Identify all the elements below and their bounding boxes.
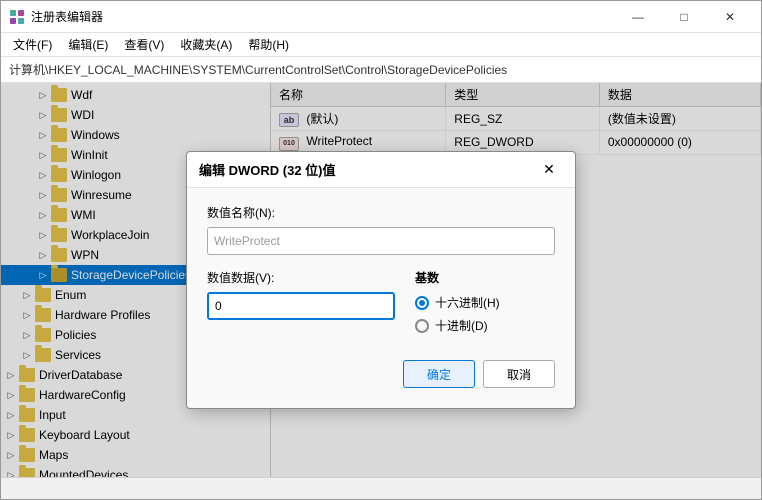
dialog-overlay: 编辑 DWORD (32 位)值 ✕ 数值名称(N): 数值数据(V): 基数 (1, 83, 761, 477)
title-bar-left: 注册表编辑器 (9, 8, 103, 25)
maximize-button[interactable]: □ (661, 1, 707, 33)
address-text: 计算机\HKEY_LOCAL_MACHINE\SYSTEM\CurrentCon… (9, 61, 507, 78)
dialog-footer: 确定 取消 (207, 356, 555, 388)
data-input[interactable] (207, 292, 395, 320)
radio-hex-button[interactable] (415, 296, 429, 310)
window-controls: — □ ✕ (615, 1, 753, 33)
dialog-data-row: 数值数据(V): 基数 十六进制(H) 十进制(D) (207, 269, 555, 340)
menu-file[interactable]: 文件(F) (5, 34, 60, 55)
radio-hex[interactable]: 十六进制(H) (415, 294, 555, 311)
close-button[interactable]: ✕ (707, 1, 753, 33)
menu-bar: 文件(F) 编辑(E) 查看(V) 收藏夹(A) 帮助(H) (1, 33, 761, 57)
radio-decimal[interactable]: 十进制(D) (415, 317, 555, 334)
main-content: ▷ Wdf ▷ WDI ▷ Windows ▷ WinInit ▷ (1, 83, 761, 477)
edit-dword-dialog: 编辑 DWORD (32 位)值 ✕ 数值名称(N): 数值数据(V): 基数 (186, 151, 576, 409)
radio-hex-label: 十六进制(H) (435, 294, 500, 311)
name-input[interactable] (207, 227, 555, 255)
dialog-close-button[interactable]: ✕ (535, 156, 563, 184)
ok-button[interactable]: 确定 (403, 360, 475, 388)
minimize-button[interactable]: — (615, 1, 661, 33)
dialog-title-bar: 编辑 DWORD (32 位)值 ✕ (187, 152, 575, 188)
cancel-button[interactable]: 取消 (483, 360, 555, 388)
menu-help[interactable]: 帮助(H) (240, 34, 297, 55)
radio-decimal-button[interactable] (415, 319, 429, 333)
window-title: 注册表编辑器 (31, 8, 103, 25)
title-bar: 注册表编辑器 — □ ✕ (1, 1, 761, 33)
app-icon (9, 9, 25, 25)
data-label: 数值数据(V): (207, 269, 395, 286)
dialog-body: 数值名称(N): 数值数据(V): 基数 十六进制(H) (187, 188, 575, 408)
radio-decimal-label: 十进制(D) (435, 317, 488, 334)
name-label: 数值名称(N): (207, 204, 555, 221)
dialog-title: 编辑 DWORD (32 位)值 (199, 160, 336, 179)
menu-view[interactable]: 查看(V) (116, 34, 172, 55)
status-bar (1, 477, 761, 499)
main-window: 注册表编辑器 — □ ✕ 文件(F) 编辑(E) 查看(V) 收藏夹(A) 帮助… (0, 0, 762, 500)
dialog-right: 基数 十六进制(H) 十进制(D) (415, 269, 555, 340)
base-label: 基数 (415, 269, 555, 286)
dialog-left: 数值数据(V): (207, 269, 395, 340)
address-bar: 计算机\HKEY_LOCAL_MACHINE\SYSTEM\CurrentCon… (1, 57, 761, 83)
menu-favorites[interactable]: 收藏夹(A) (172, 34, 240, 55)
menu-edit[interactable]: 编辑(E) (60, 34, 116, 55)
